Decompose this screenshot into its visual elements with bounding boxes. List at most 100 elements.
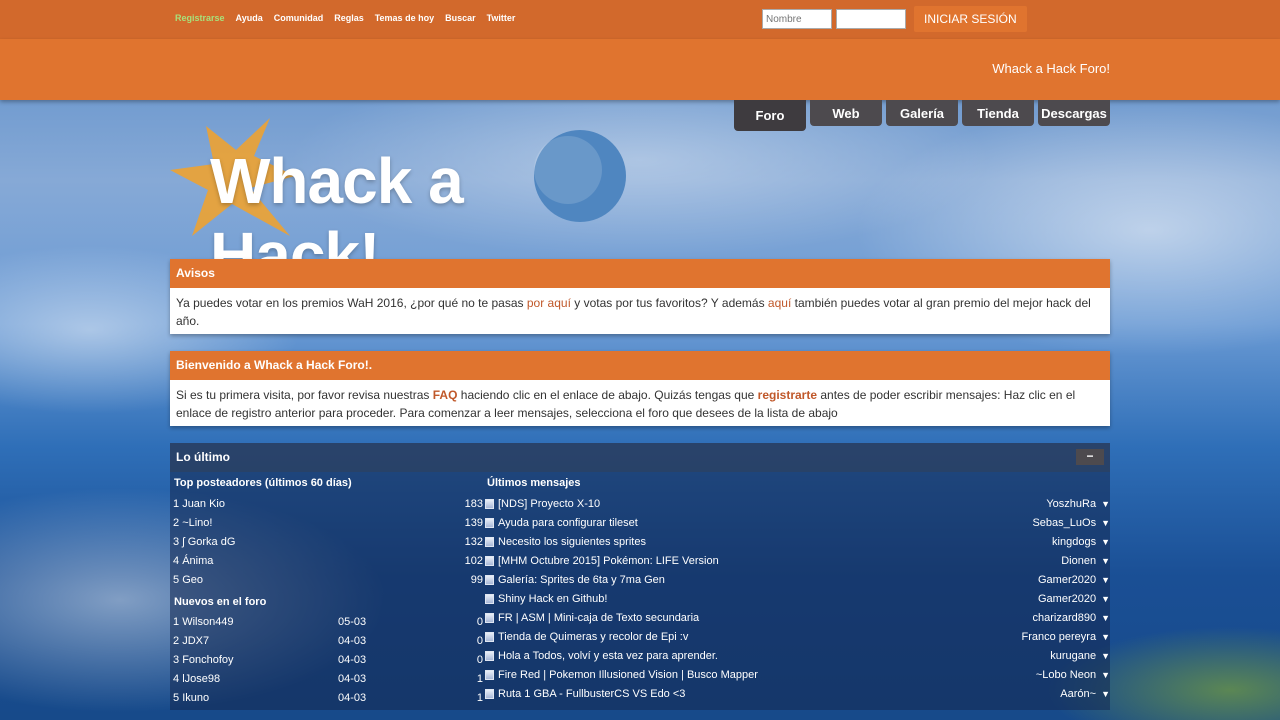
username-input[interactable] xyxy=(762,9,832,29)
arrow-down-icon[interactable]: ▼ xyxy=(1101,651,1110,661)
arrow-down-icon[interactable]: ▼ xyxy=(1101,632,1110,642)
latest-post-title[interactable]: [MHM Octubre 2015] Pokémon: LIFE Version xyxy=(498,555,719,567)
latest-post-user[interactable]: charizard890 xyxy=(1032,612,1096,624)
top-poster-name[interactable]: Geo xyxy=(182,574,203,586)
top-poster-name[interactable]: Juan Kio xyxy=(182,498,225,510)
top-poster-rank: 4 xyxy=(173,555,180,567)
new-member-date: 04-03 xyxy=(338,692,367,704)
latest-post-row: Tienda de Quimeras y recolor de Epi :v Fr… xyxy=(485,628,1110,647)
new-member-name[interactable]: Wilson449 xyxy=(182,616,233,628)
latest-post-user[interactable]: Aarón~ xyxy=(1060,688,1096,700)
login-button[interactable]: INICIAR SESIÓN xyxy=(914,6,1027,32)
latest-post-author: Franco pereyra ▼ xyxy=(1021,628,1110,647)
latest-post-user[interactable]: kurugane xyxy=(1050,650,1096,662)
latest-post-title[interactable]: FR | ASM | Mini-caja de Texto secundaria xyxy=(498,612,699,624)
top-poster-name[interactable]: ʃ Gorka dG xyxy=(182,536,235,548)
collapse-button[interactable]: − xyxy=(1076,449,1104,465)
tab-web[interactable]: Web xyxy=(810,100,882,126)
vote-here-link[interactable]: aquí xyxy=(768,296,791,310)
latest-block: Lo último − Top posteadores (últimos 60 … xyxy=(170,443,1110,710)
latest-post-author: YoszhuRa ▼ xyxy=(1046,495,1110,514)
latest-post-title[interactable]: Shiny Hack en Github! xyxy=(498,593,607,605)
rules-link[interactable]: Reglas xyxy=(334,13,364,23)
latest-post-user[interactable]: Gamer2020 xyxy=(1038,574,1096,586)
welcome-block: Bienvenido a Whack a Hack Foro!. Si es t… xyxy=(170,351,1110,426)
tab-galeria[interactable]: Galería xyxy=(886,100,958,126)
arrow-down-icon[interactable]: ▼ xyxy=(1101,670,1110,680)
faq-link[interactable]: FAQ xyxy=(433,388,458,402)
new-member-name[interactable]: JDX7 xyxy=(182,635,209,647)
todays-topics-link[interactable]: Temas de hoy xyxy=(375,13,434,23)
arrow-down-icon[interactable]: ▼ xyxy=(1101,613,1110,623)
tab-tienda[interactable]: Tienda xyxy=(962,100,1034,126)
site-title[interactable]: Whack a Hack Foro! xyxy=(992,61,1110,76)
latest-post-user[interactable]: Franco pereyra xyxy=(1021,631,1096,643)
latest-post-row: Shiny Hack en Github! Gamer2020 ▼ xyxy=(485,590,1110,609)
top-poster-rank: 3 xyxy=(173,536,180,548)
latest-post-title[interactable]: Ayuda para configurar tileset xyxy=(498,517,638,529)
notices-title: Avisos xyxy=(170,259,1110,288)
top-poster-row: 5 Geo 99 xyxy=(173,571,483,590)
latest-post-title[interactable]: Hola a Todos, volví y esta vez para apre… xyxy=(498,650,718,662)
community-link[interactable]: Comunidad xyxy=(274,13,324,23)
latest-post-title[interactable]: Galería: Sprites de 6ta y 7ma Gen xyxy=(498,574,665,586)
new-member-name[interactable]: lJose98 xyxy=(182,673,220,685)
top-bar: Registrarse Ayuda Comunidad Reglas Temas… xyxy=(0,0,1280,39)
latest-post-title[interactable]: Ruta 1 GBA - FullbusterCS VS Edo <3 xyxy=(498,688,685,700)
latest-post-author: charizard890 ▼ xyxy=(1032,609,1110,628)
search-link[interactable]: Buscar xyxy=(445,13,476,23)
twitter-link[interactable]: Twitter xyxy=(487,13,516,23)
latest-post-author: Dionen ▼ xyxy=(1061,552,1110,571)
latest-post-row: Galería: Sprites de 6ta y 7ma Gen Gamer20… xyxy=(485,571,1110,590)
latest-post-user[interactable]: ~Lobo Neon xyxy=(1036,669,1096,681)
new-member-rank: 1 xyxy=(173,616,180,628)
latest-post-user[interactable]: Sebas_LuOs xyxy=(1032,517,1096,529)
register-inline-link[interactable]: registrarte xyxy=(758,388,817,402)
arrow-down-icon[interactable]: ▼ xyxy=(1101,575,1110,585)
latest-post-title[interactable]: Tienda de Quimeras y recolor de Epi :v xyxy=(498,631,688,643)
thread-icon xyxy=(485,518,494,529)
arrow-down-icon[interactable]: ▼ xyxy=(1101,689,1110,699)
register-link[interactable]: Registrarse xyxy=(175,13,225,23)
top-poster-row: 4 Ánima 102 xyxy=(173,552,483,571)
tab-foro[interactable]: Foro xyxy=(734,100,806,131)
latest-post-user[interactable]: Gamer2020 xyxy=(1038,593,1096,605)
site-logo[interactable]: Whack a Hack! xyxy=(170,118,640,291)
new-member-count: 1 xyxy=(476,673,483,685)
latest-post-user[interactable]: YoszhuRa xyxy=(1046,498,1096,510)
latest-post-user[interactable]: kingdogs xyxy=(1052,536,1096,548)
top-poster-count: 99 xyxy=(470,574,483,586)
latest-post-title[interactable]: [NDS] Proyecto X-10 xyxy=(498,498,600,510)
latest-post-user[interactable]: Dionen xyxy=(1061,555,1096,567)
thread-icon xyxy=(485,632,494,643)
arrow-down-icon[interactable]: ▼ xyxy=(1101,537,1110,547)
header: Whack a Hack Foro! xyxy=(0,39,1280,100)
new-member-name[interactable]: Ikuno xyxy=(182,692,209,704)
help-link[interactable]: Ayuda xyxy=(236,13,263,23)
arrow-down-icon[interactable]: ▼ xyxy=(1101,556,1110,566)
password-input[interactable] xyxy=(836,9,906,29)
latest-post-row: Necesito los siguientes sprites kingdogs ▼ xyxy=(485,533,1110,552)
arrow-down-icon[interactable]: ▼ xyxy=(1101,594,1110,604)
notices-body: Ya puedes votar en los premios WaH 2016,… xyxy=(176,296,1091,328)
latest-post-row: Hola a Todos, volví y esta vez para apre… xyxy=(485,647,1110,666)
top-links: Registrarse Ayuda Comunidad Reglas Temas… xyxy=(175,13,515,23)
top-poster-name[interactable]: ~Lino! xyxy=(182,517,212,529)
login-form: INICIAR SESIÓN xyxy=(762,6,1027,32)
tab-descargas[interactable]: Descargas xyxy=(1038,100,1110,126)
latest-post-title[interactable]: Fire Red | Pokemon Illusioned Vision | B… xyxy=(498,669,758,681)
new-members-title: Nuevos en el foro xyxy=(174,596,267,608)
latest-post-title[interactable]: Necesito los siguientes sprites xyxy=(498,536,646,548)
new-member-count: 0 xyxy=(476,654,483,666)
new-member-count: 0 xyxy=(476,635,483,647)
top-poster-count: 132 xyxy=(464,536,483,548)
notices-block: Avisos Ya puedes votar en los premios Wa… xyxy=(170,259,1110,334)
top-poster-name[interactable]: Ánima xyxy=(182,555,213,567)
new-member-name[interactable]: Fonchofoy xyxy=(182,654,233,666)
arrow-down-icon[interactable]: ▼ xyxy=(1101,499,1110,509)
thread-icon xyxy=(485,651,494,662)
arrow-down-icon[interactable]: ▼ xyxy=(1101,518,1110,528)
new-member-date: 04-03 xyxy=(338,635,367,647)
vote-link[interactable]: por aquí xyxy=(527,296,571,310)
top-poster-count: 139 xyxy=(464,517,483,529)
